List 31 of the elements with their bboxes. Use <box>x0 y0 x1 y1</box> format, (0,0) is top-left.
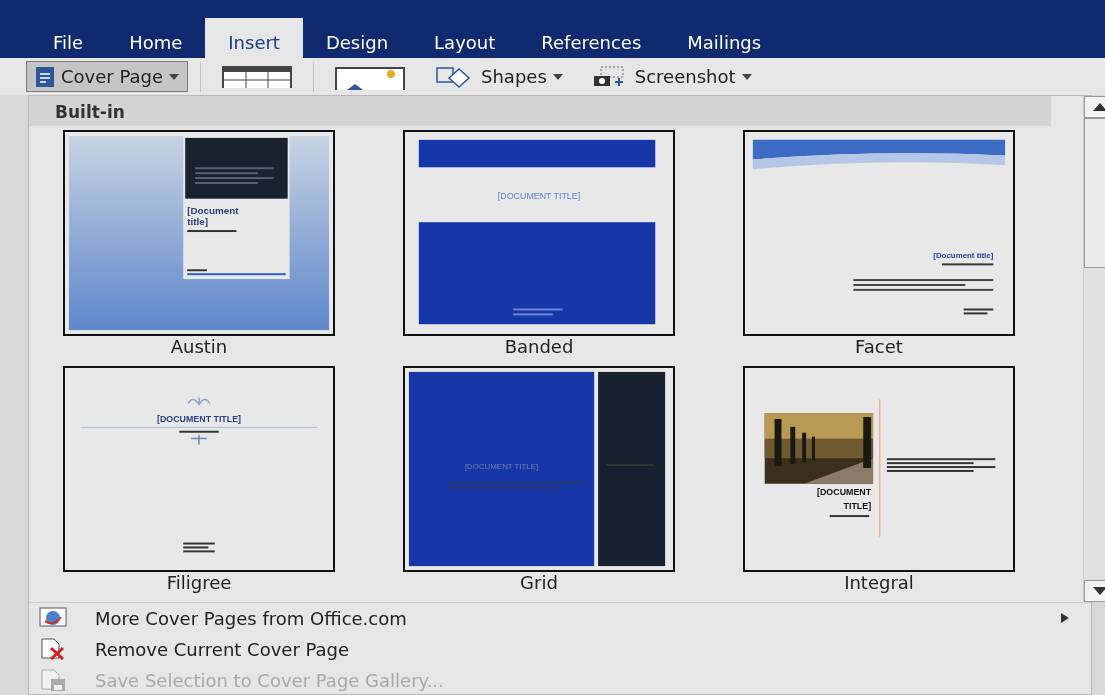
ribbon-tab[interactable]: Design <box>302 18 412 58</box>
cover-page-button[interactable]: Cover Page <box>26 61 188 92</box>
ribbon-tab[interactable]: Mailings <box>664 18 785 58</box>
ribbon-tab[interactable]: References <box>518 18 665 58</box>
gallery-item[interactable]: [Document title] Austin <box>63 129 335 366</box>
integral-cover-drawing: [DOCUMENT TITLE] <box>743 365 1015 572</box>
ribbon-tab[interactable]: Insert <box>205 18 303 58</box>
austin-cover-drawing: [Document title] <box>63 129 335 336</box>
down-arrow-icon <box>1093 586 1105 595</box>
caret-icon <box>552 73 563 80</box>
table-icon <box>222 65 292 88</box>
ribbon-tab[interactable]: Layout <box>411 18 519 58</box>
banded-cover-drawing: [DOCUMENT TITLE] <box>403 129 675 336</box>
up-arrow-icon <box>1093 102 1105 111</box>
ribbon-tab[interactable]: Home <box>106 18 206 58</box>
gallery-item[interactable]: [DOCUMENT TITLE] Integral <box>743 365 1015 602</box>
gallery-item[interactable]: [DOCUMENT TITLE] Filigree <box>63 365 335 602</box>
shapes-button[interactable]: Shapes <box>426 61 572 92</box>
document-icon <box>35 65 55 88</box>
save-page-icon <box>39 669 67 691</box>
menu-item[interactable]: More Cover Pages from Office.com <box>29 602 1091 634</box>
screenshot-button[interactable]: Screenshot <box>583 61 761 92</box>
menu-item[interactable]: Remove Current Cover Page <box>29 633 1091 665</box>
ribbon-tab[interactable]: File <box>30 18 107 58</box>
section-header: Built-in <box>29 96 1051 126</box>
globe-icon <box>39 607 67 629</box>
caret-icon <box>169 73 179 80</box>
filigree-cover-drawing: [DOCUMENT TITLE] <box>63 365 335 572</box>
remove-page-icon <box>39 638 67 660</box>
gallery-item[interactable]: [DOCUMENT TITLE] Banded <box>403 129 675 366</box>
caret-icon <box>741 73 752 80</box>
